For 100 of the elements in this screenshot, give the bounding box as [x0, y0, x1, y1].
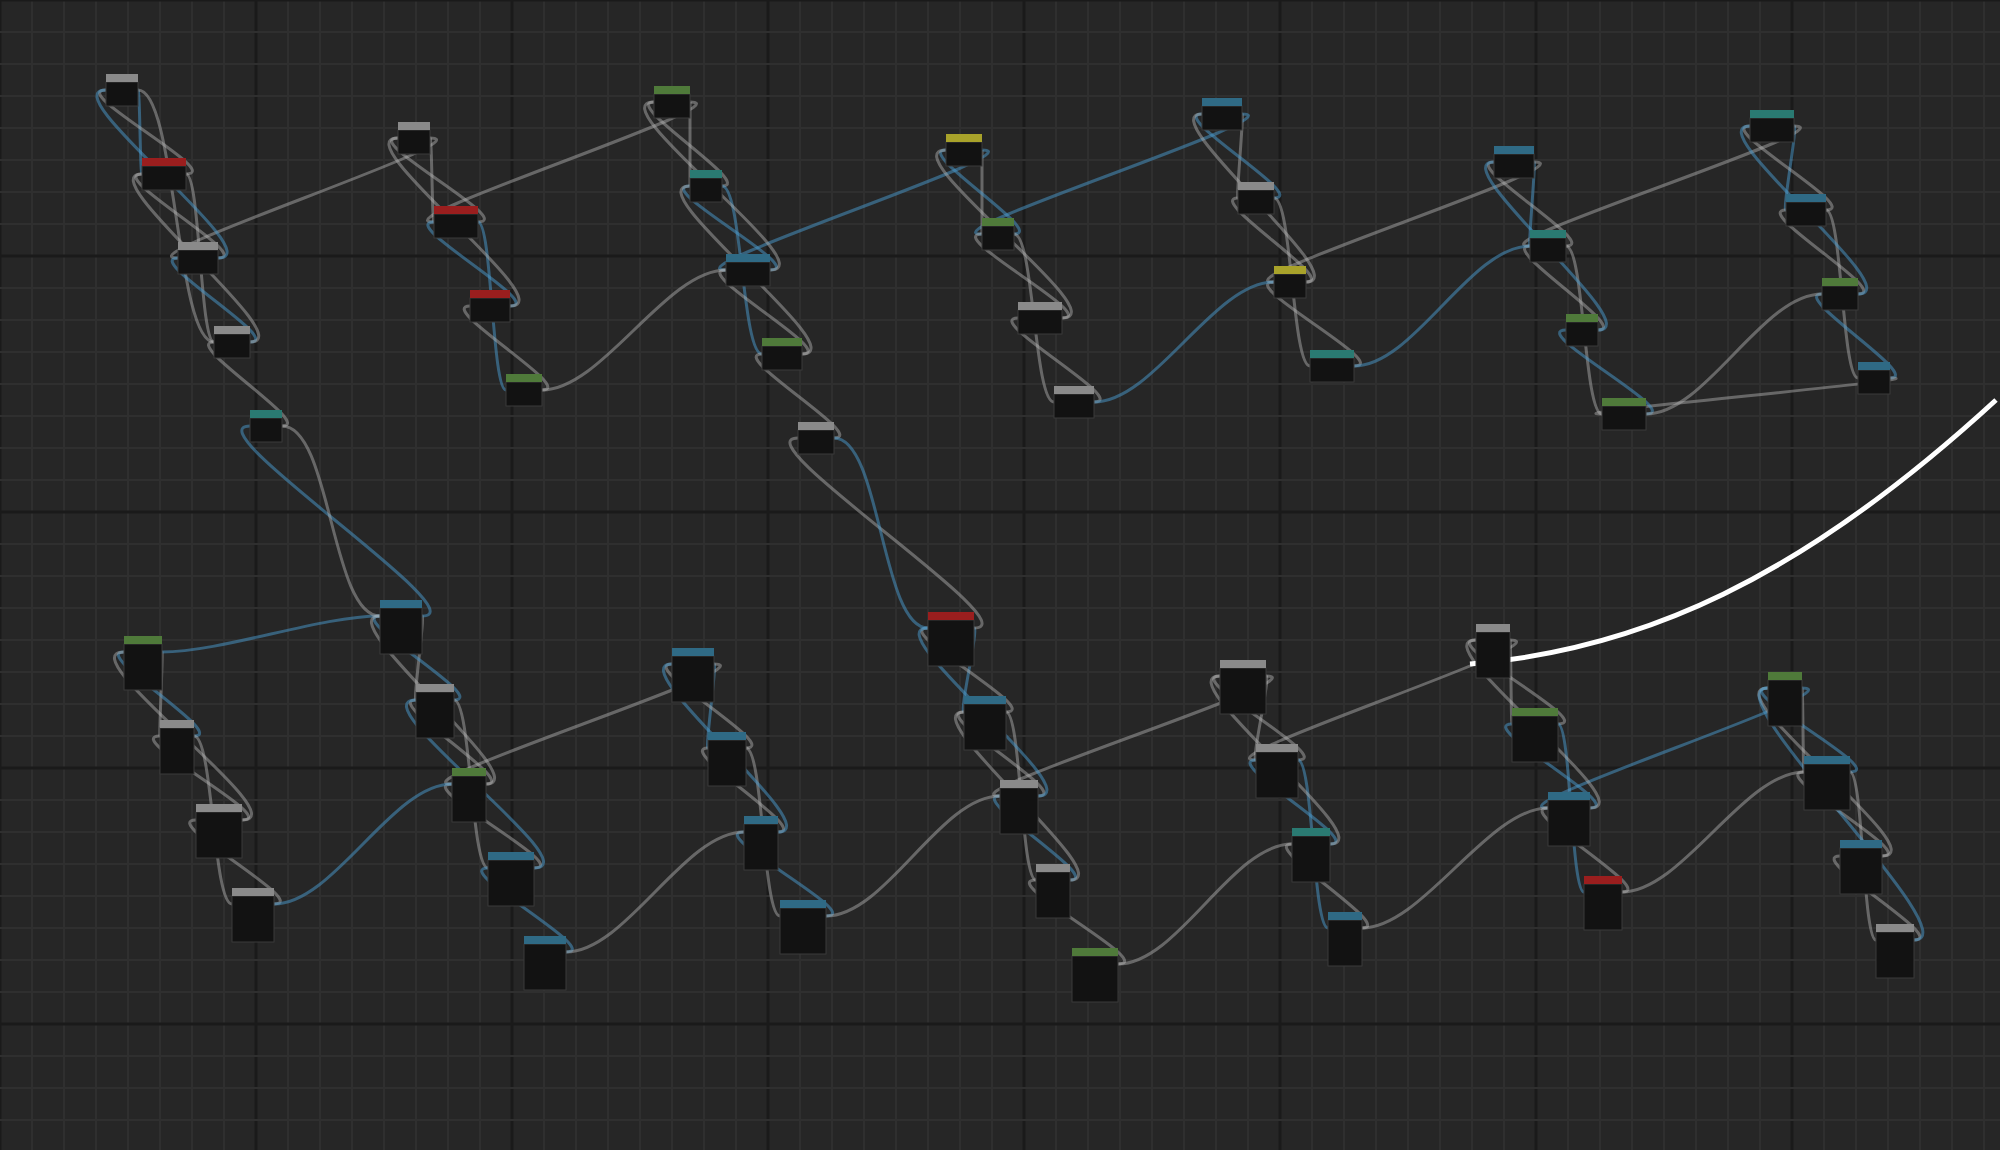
node-header[interactable]	[434, 206, 478, 214]
node-header[interactable]	[1584, 876, 1622, 884]
node-header[interactable]	[928, 612, 974, 620]
node-header[interactable]	[1548, 792, 1590, 800]
node-header[interactable]	[398, 122, 430, 130]
node-body[interactable]	[1475, 631, 1511, 679]
node-body[interactable]	[671, 655, 715, 703]
node-body[interactable]	[213, 333, 251, 359]
node-header[interactable]	[1018, 302, 1062, 310]
node-header[interactable]	[1858, 362, 1890, 370]
node-body[interactable]	[105, 81, 139, 107]
node-body[interactable]	[141, 165, 187, 191]
node-body[interactable]	[1857, 369, 1891, 395]
node-header[interactable]	[1202, 98, 1242, 106]
node-header[interactable]	[524, 936, 566, 944]
node-header[interactable]	[946, 134, 982, 142]
node-header[interactable]	[762, 338, 802, 346]
node-body[interactable]	[1327, 919, 1363, 967]
node-header[interactable]	[1238, 182, 1274, 190]
node-body[interactable]	[1511, 715, 1559, 763]
node-body[interactable]	[415, 691, 455, 739]
node-body[interactable]	[1821, 285, 1859, 311]
node-header[interactable]	[1292, 828, 1330, 836]
node-body[interactable]	[1493, 153, 1535, 179]
node-body[interactable]	[999, 787, 1039, 835]
node-body[interactable]	[1219, 667, 1267, 715]
node-body[interactable]	[505, 381, 543, 407]
node-body[interactable]	[725, 261, 771, 287]
node-body[interactable]	[1309, 357, 1355, 383]
node-body[interactable]	[981, 225, 1015, 251]
node-body[interactable]	[379, 607, 423, 655]
node-header[interactable]	[416, 684, 454, 692]
node-body[interactable]	[231, 895, 275, 943]
node-body[interactable]	[1255, 751, 1299, 799]
node-header[interactable]	[726, 254, 770, 262]
node-header[interactable]	[1512, 708, 1558, 716]
node-body[interactable]	[1237, 189, 1275, 215]
node-header[interactable]	[124, 636, 162, 644]
node-body[interactable]	[1749, 117, 1795, 143]
node-header[interactable]	[1876, 924, 1914, 932]
node-header[interactable]	[744, 816, 778, 824]
node-body[interactable]	[1875, 931, 1915, 979]
node-body[interactable]	[1071, 955, 1119, 1003]
node-body[interactable]	[123, 643, 163, 691]
node-header[interactable]	[506, 374, 542, 382]
node-header[interactable]	[142, 158, 186, 166]
node-body[interactable]	[1767, 679, 1803, 727]
node-header[interactable]	[1530, 230, 1566, 238]
node-header[interactable]	[654, 86, 690, 94]
node-header[interactable]	[1840, 840, 1882, 848]
node-body[interactable]	[927, 619, 975, 667]
node-body[interactable]	[249, 417, 283, 443]
node-header[interactable]	[1328, 912, 1362, 920]
node-body[interactable]	[1583, 883, 1623, 931]
node-header[interactable]	[196, 804, 242, 812]
node-body[interactable]	[469, 297, 511, 323]
node-header[interactable]	[964, 696, 1006, 704]
node-body[interactable]	[1035, 871, 1071, 919]
node-header[interactable]	[1256, 744, 1298, 752]
node-body[interactable]	[159, 727, 195, 775]
node-body[interactable]	[1565, 321, 1599, 347]
node-header[interactable]	[1036, 864, 1070, 872]
node-body[interactable]	[1601, 405, 1647, 431]
node-header[interactable]	[1000, 780, 1038, 788]
node-header[interactable]	[1786, 194, 1826, 202]
node-header[interactable]	[214, 326, 250, 334]
node-body[interactable]	[689, 177, 723, 203]
node-header[interactable]	[1750, 110, 1794, 118]
node-body[interactable]	[653, 93, 691, 119]
node-header[interactable]	[380, 600, 422, 608]
node-body[interactable]	[487, 859, 535, 907]
node-header[interactable]	[452, 768, 486, 776]
node-header[interactable]	[1072, 948, 1118, 956]
node-body[interactable]	[779, 907, 827, 955]
node-body[interactable]	[195, 811, 243, 859]
node-body[interactable]	[797, 429, 835, 455]
node-header[interactable]	[178, 242, 218, 250]
node-body[interactable]	[1291, 835, 1331, 883]
node-header[interactable]	[672, 648, 714, 656]
node-header[interactable]	[470, 290, 510, 298]
node-body[interactable]	[451, 775, 487, 823]
node-header[interactable]	[780, 900, 826, 908]
node-body[interactable]	[1273, 273, 1307, 299]
node-body[interactable]	[1053, 393, 1095, 419]
node-body[interactable]	[1839, 847, 1883, 895]
node-header[interactable]	[1476, 624, 1510, 632]
node-body[interactable]	[963, 703, 1007, 751]
node-header[interactable]	[1602, 398, 1646, 406]
node-header[interactable]	[798, 422, 834, 430]
node-header[interactable]	[1274, 266, 1306, 274]
node-header[interactable]	[1494, 146, 1534, 154]
node-body[interactable]	[1201, 105, 1243, 131]
node-body[interactable]	[523, 943, 567, 991]
node-header[interactable]	[982, 218, 1014, 226]
node-header[interactable]	[1822, 278, 1858, 286]
node-body[interactable]	[945, 141, 983, 167]
node-header[interactable]	[1768, 672, 1802, 680]
node-body[interactable]	[1803, 763, 1851, 811]
node-header[interactable]	[708, 732, 746, 740]
node-body[interactable]	[707, 739, 747, 787]
